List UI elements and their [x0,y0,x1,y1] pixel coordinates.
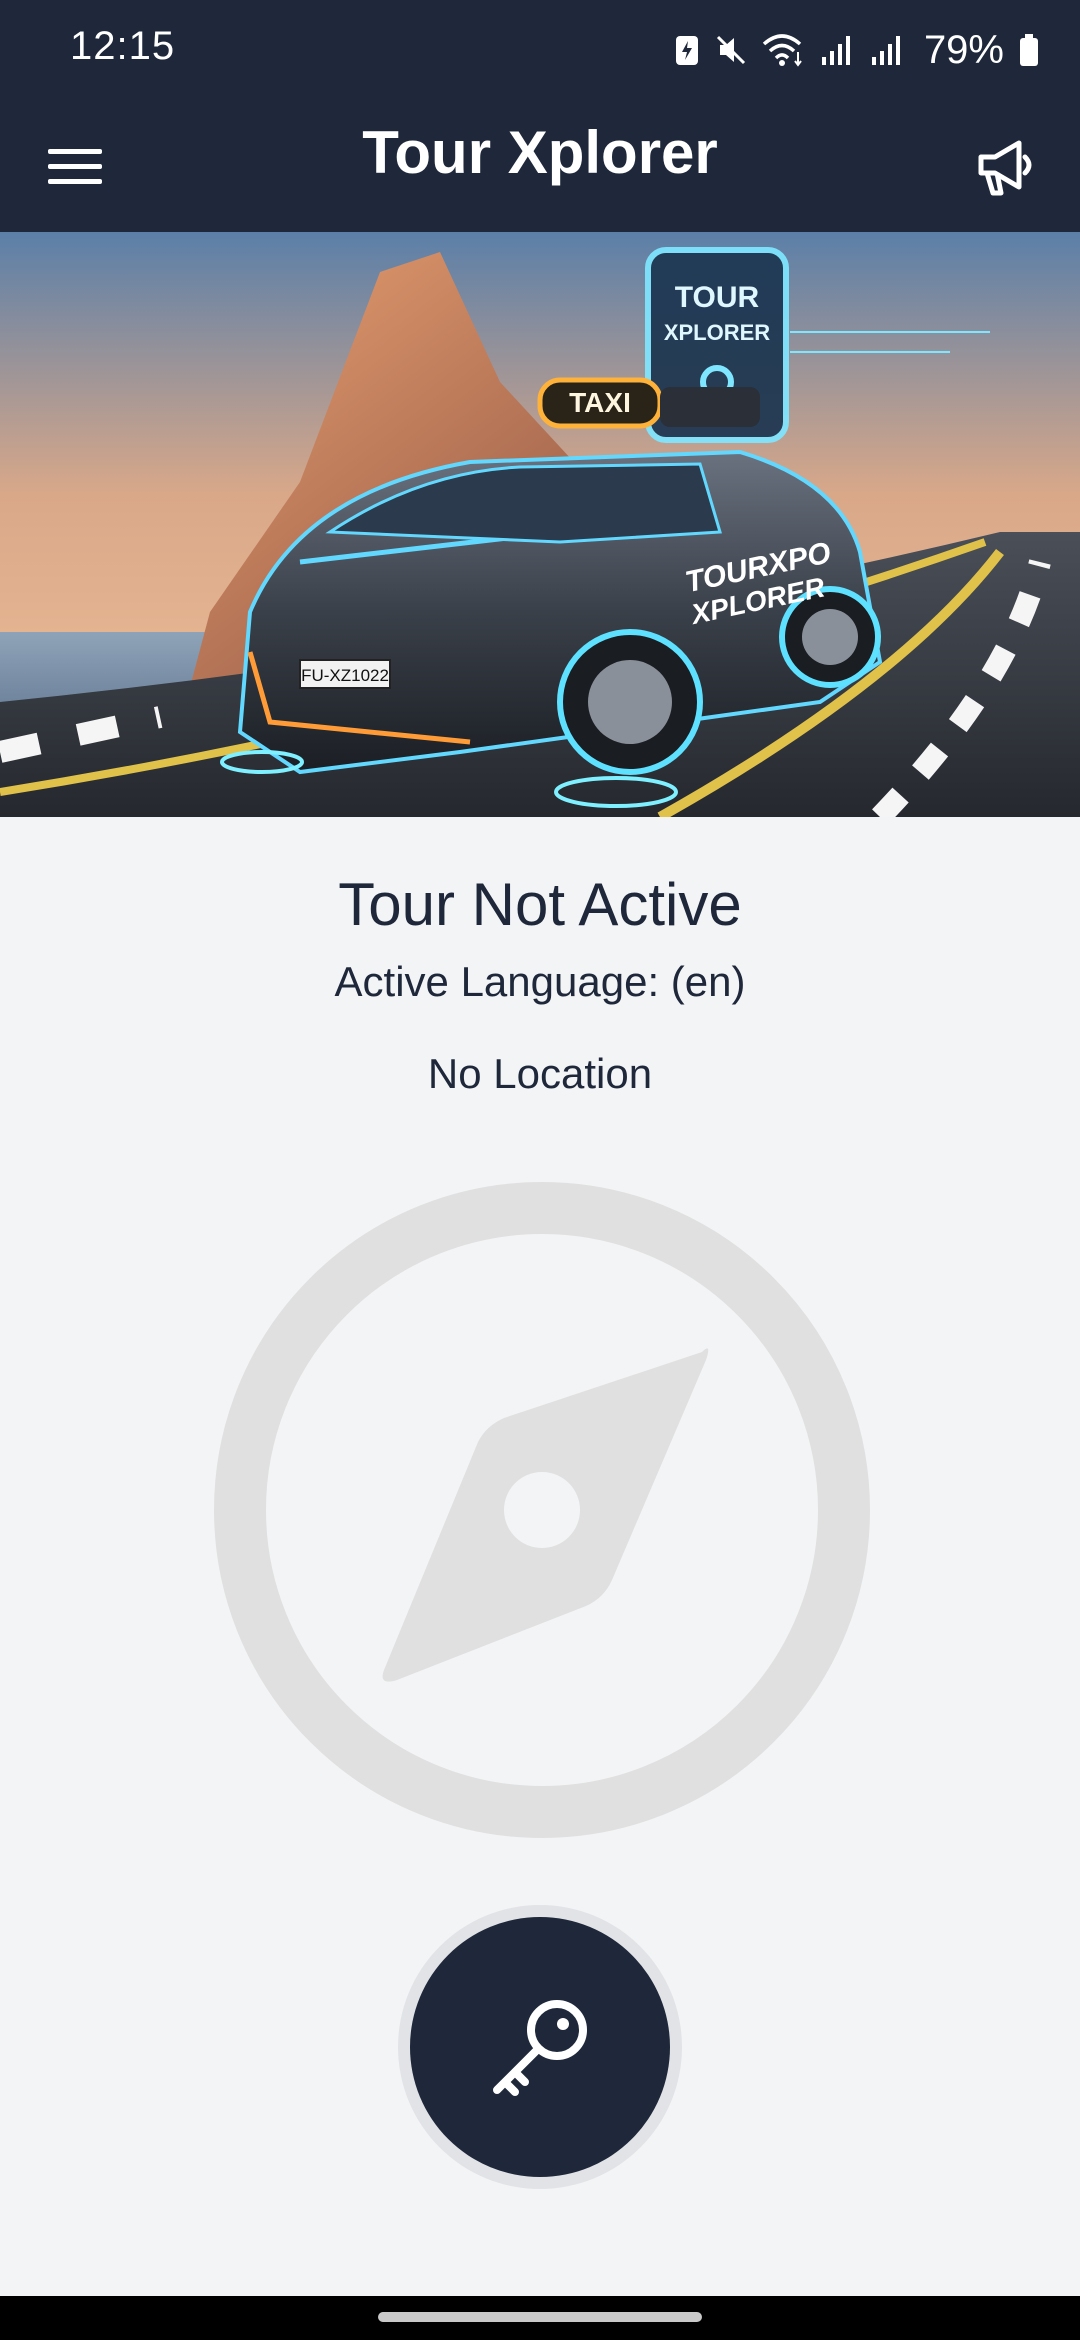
status-time: 12:15 [70,24,176,68]
license-plate: FU-XZ1022 [301,666,389,685]
tour-status: Tour Not Active [338,871,742,938]
app-title: Tour Xplorer [362,119,718,186]
key-button[interactable] [410,1917,670,2177]
location-status: No Location [427,1050,653,1097]
banner-image: TOUR XPLORER TOURXPO XPLORER FU-XZ1022 T… [0,232,1080,817]
active-language: Active Language: (en) [334,958,746,1005]
taxi-sign-text: TAXI [569,387,631,418]
status-bar: 12:15 79% [0,0,1080,100]
signal-icon [820,33,856,67]
system-navigation-bar [0,2296,1080,2340]
compass-icon [212,1180,872,1840]
status-icons: 79% [674,22,1040,78]
key-button-ring [398,1905,682,2189]
battery-saver-icon [674,33,700,67]
sign-top-text: TOUR [675,281,760,314]
home-indicator[interactable] [378,2312,702,2322]
app-bar: Tour Xplorer [0,100,1080,232]
signal-icon [870,33,906,67]
sign-bottom-text: XPLORER [664,320,770,345]
key-icon [493,2000,587,2096]
announcement-button[interactable] [964,124,1050,210]
wifi-icon [762,32,806,68]
battery-icon [1018,33,1040,67]
megaphone-icon [978,140,1032,196]
battery-percent: 79% [923,27,1004,72]
tour-status-section: Tour Not Active Active Language: (en) No… [0,860,1080,1106]
mute-icon [714,33,748,67]
app-screen: 12:15 79% Tour Xplorer TOUR XPLORER TOUR… [0,0,1080,2340]
